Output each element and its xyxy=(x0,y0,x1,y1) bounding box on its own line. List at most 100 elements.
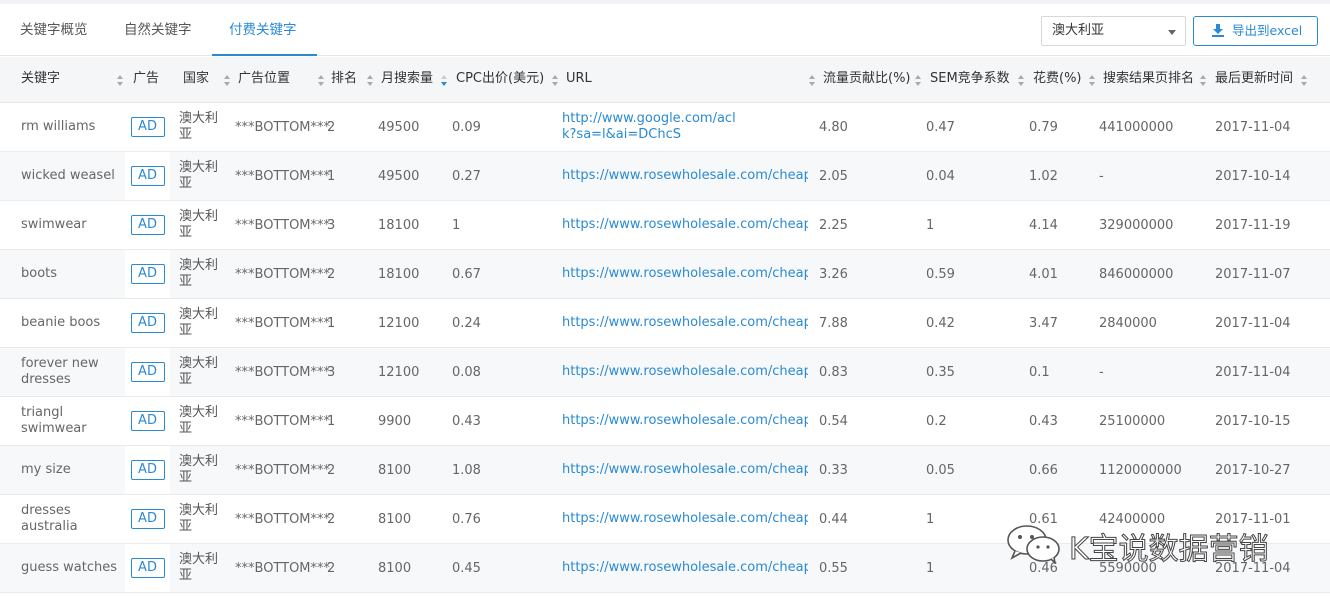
country-text: 澳大利亚 xyxy=(179,209,219,240)
table-header: 关键字 广告 国家 广告位置 排名 月搜索量 CPC出价(美元) URL 流量贡… xyxy=(0,57,1330,103)
cell-monthly-searches-text: 12100 xyxy=(378,364,420,380)
cell-keyword: forever new dresses xyxy=(21,348,121,396)
url-link[interactable]: https://www.rosewholesale.com/cheap-onli xyxy=(562,266,808,282)
url-link[interactable]: https://www.rosewholesale.com/cheap-onli xyxy=(562,217,808,233)
sort-cost-icon[interactable] xyxy=(1089,75,1096,87)
country-select[interactable]: 澳大利亚 xyxy=(1041,16,1186,46)
cell-keyword-text: boots xyxy=(21,266,58,281)
table-row[interactable]: beanie boos AD 澳大利亚 ***BOTTOM*** 1 12100 0.24 h… xyxy=(0,299,1330,348)
url-link[interactable]: https://www.rosewholesale.com/cheap-onli xyxy=(562,413,808,429)
cell-cpc: 1 xyxy=(452,201,552,249)
sort-cpc-icon[interactable] xyxy=(552,75,559,87)
cell-last-updated-text: 2017-11-04 xyxy=(1215,119,1291,135)
url-link[interactable]: https://www.rosewholesale.com/cheap-onli xyxy=(562,560,808,576)
cell-monthly-searches: 9900 xyxy=(378,397,448,445)
ad-badge: AD xyxy=(130,558,165,578)
cell-url: https://www.rosewholesale.com/cheap-onli xyxy=(562,250,810,298)
col-header-monthly-searches[interactable]: 月搜索量 xyxy=(381,57,433,103)
cell-country: 澳大利亚 xyxy=(179,544,225,592)
sort-sem-competition-icon[interactable] xyxy=(1018,75,1025,87)
cell-country: 澳大利亚 xyxy=(179,201,225,249)
cell-traffic-share-text: 0.55 xyxy=(819,560,848,576)
cell-sem-competition-text: 0.05 xyxy=(926,462,955,478)
table-row[interactable]: swimwear AD 澳大利亚 ***BOTTOM*** 3 18100 1 https:/… xyxy=(0,201,1330,250)
sort-monthly-searches-icon[interactable] xyxy=(441,75,448,87)
table-row[interactable]: rm williams AD 澳大利亚 ***BOTTOM*** 2 49500 0.09 h… xyxy=(0,103,1330,152)
cell-last-updated: 2017-11-04 xyxy=(1215,348,1315,396)
table-row[interactable]: wicked weasel AD 澳大利亚 ***BOTTOM*** 1 49500 0.2… xyxy=(0,152,1330,201)
cell-serp-results-text: 441000000 xyxy=(1099,119,1174,135)
col-header-traffic-share[interactable]: 流量贡献比(%) xyxy=(823,57,911,103)
cell-traffic-share-text: 2.05 xyxy=(819,168,848,184)
sort-last-updated-icon[interactable] xyxy=(1301,75,1308,87)
cell-monthly-searches-text: 18100 xyxy=(378,266,420,282)
cell-ad-position: ***BOTTOM*** xyxy=(235,201,330,249)
tab-keyword-overview[interactable]: 关键字概览 xyxy=(3,4,105,56)
country-text: 澳大利亚 xyxy=(179,454,219,485)
sort-ad-position-icon[interactable] xyxy=(318,75,325,87)
table-row[interactable]: my size AD 澳大利亚 ***BOTTOM*** 2 8100 1.08 https:… xyxy=(0,446,1330,495)
url-link[interactable]: https://www.rosewholesale.com/cheap/bean xyxy=(562,315,808,331)
cell-country: 澳大利亚 xyxy=(179,103,225,151)
cell-traffic-share: 2.05 xyxy=(819,152,919,200)
cell-sem-competition-text: 0.04 xyxy=(926,168,955,184)
cell-traffic-share-text: 3.26 xyxy=(819,266,848,282)
col-header-cpc[interactable]: CPC出价(美元) xyxy=(456,57,544,103)
cell-monthly-searches: 8100 xyxy=(378,495,448,543)
cell-traffic-share-text: 7.88 xyxy=(819,315,848,331)
cell-serp-results: 1120000000 xyxy=(1099,446,1209,494)
col-header-keyword[interactable]: 关键字 xyxy=(21,57,60,103)
sort-url-icon[interactable] xyxy=(809,75,816,87)
cell-last-updated-text: 2017-11-19 xyxy=(1215,217,1291,233)
url-link[interactable]: https://www.rosewholesale.com/cheap-onli xyxy=(562,462,808,478)
cell-rank-text: 2 xyxy=(327,462,336,478)
cell-monthly-searches: 49500 xyxy=(378,103,448,151)
chevron-down-icon xyxy=(1168,30,1176,35)
sort-country-icon[interactable] xyxy=(224,75,231,87)
url-link[interactable]: https://www.rosewholesale.com/cheap-onli xyxy=(562,364,808,380)
url-link[interactable]: https://www.rosewholesale.com/cheap-onli xyxy=(562,511,808,527)
col-header-serp-results[interactable]: 搜索结果页排名 xyxy=(1103,57,1194,103)
cell-url: http://www.google.com/aclk?sa=l&ai=DChcS xyxy=(562,103,810,151)
cell-sem-competition-text: 0.42 xyxy=(926,315,955,331)
cell-sem-competition: 0.42 xyxy=(926,299,1026,347)
col-header-rank[interactable]: 排名 xyxy=(331,57,357,103)
cell-cost-text: 0.1 xyxy=(1029,364,1050,380)
cell-monthly-searches: 12100 xyxy=(378,348,448,396)
table-row[interactable]: boots AD 澳大利亚 ***BOTTOM*** 2 18100 0.67 https:/… xyxy=(0,250,1330,299)
tab-organic-keywords[interactable]: 自然关键字 xyxy=(107,4,209,56)
cell-url: https://www.rosewholesale.com/cheap-onli xyxy=(562,152,810,200)
cell-cost: 3.47 xyxy=(1029,299,1099,347)
cell-monthly-searches-text: 8100 xyxy=(378,462,412,478)
cell-sem-competition-text: 1 xyxy=(926,217,935,233)
country-text: 澳大利亚 xyxy=(179,307,219,338)
url-link[interactable]: http://www.google.com/aclk?sa=l&ai=DChcS xyxy=(562,111,737,143)
cell-ad-position: ***BOTTOM*** xyxy=(235,446,330,494)
cell-sem-competition-text: 1 xyxy=(926,560,935,576)
cell-serp-results-text: 846000000 xyxy=(1099,266,1174,282)
cell-keyword: beanie boos xyxy=(21,299,121,347)
tab-paid-keywords[interactable]: 付费关键字 xyxy=(212,4,317,56)
col-header-cost[interactable]: 花费(%) xyxy=(1033,57,1082,103)
table-row[interactable]: triangl swimwear AD 澳大利亚 ***BOTTOM*** 1 9900 0… xyxy=(0,397,1330,446)
col-header-sem-competition[interactable]: SEM竞争系数 xyxy=(930,57,1010,103)
cell-ad: AD xyxy=(125,152,170,200)
cell-ad: AD xyxy=(125,348,170,396)
url-link[interactable]: https://www.rosewholesale.com/cheap-onli xyxy=(562,168,808,184)
cell-cost-text: 1.02 xyxy=(1029,168,1058,184)
cell-serp-results-text: - xyxy=(1099,168,1104,184)
cell-serp-results: - xyxy=(1099,152,1209,200)
cell-traffic-share: 3.26 xyxy=(819,250,919,298)
cell-monthly-searches: 8100 xyxy=(378,544,448,592)
col-header-last-updated[interactable]: 最后更新时间 xyxy=(1215,57,1293,103)
ad-badge: AD xyxy=(130,117,165,137)
sort-keyword-icon[interactable] xyxy=(117,75,124,87)
table-row[interactable]: forever new dresses AD 澳大利亚 ***BOTTOM*** 3 12… xyxy=(0,348,1330,397)
sort-rank-icon[interactable] xyxy=(367,75,374,87)
export-excel-button[interactable]: 导出到excel xyxy=(1193,16,1318,46)
sort-traffic-share-icon[interactable] xyxy=(915,75,922,87)
cell-country: 澳大利亚 xyxy=(179,446,225,494)
sort-serp-results-icon[interactable] xyxy=(1200,75,1207,87)
ad-badge: AD xyxy=(130,313,165,333)
cell-rank-text: 2 xyxy=(327,119,336,135)
